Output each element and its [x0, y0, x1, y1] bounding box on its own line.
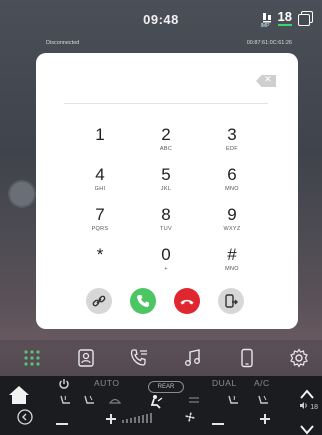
music-icon[interactable]	[183, 348, 203, 368]
key-digit: 0	[161, 245, 171, 264]
temp-up-arrow-icon[interactable]	[300, 386, 314, 399]
key-digit: 2	[161, 125, 171, 144]
volume-icon	[300, 402, 310, 411]
key-letters: TUV	[160, 226, 172, 232]
key-5[interactable]: 5 JKL	[136, 166, 196, 202]
key-digit: 1	[95, 125, 105, 144]
transfer-icon	[225, 294, 238, 308]
climate-control-bar: AUTO REAR DUAL A/C	[0, 376, 322, 435]
recirculation-icon[interactable]	[186, 394, 202, 409]
key-letters: ABC	[159, 146, 173, 152]
key-letters: JKL	[160, 186, 172, 192]
key-digit: 3	[227, 125, 237, 144]
call-timer: 00:87:61:0C:61:26	[246, 40, 292, 46]
key-letters: MNO	[225, 266, 239, 272]
key-letters: GHI	[94, 186, 106, 192]
key-digit: 8	[161, 205, 171, 224]
key-star[interactable]: *	[70, 246, 130, 282]
key-3[interactable]: 3 EDF	[202, 126, 262, 162]
contacts-icon[interactable]	[76, 348, 96, 368]
dual-button[interactable]: DUAL	[212, 378, 237, 388]
dial-panel: ✕ 1 2 ABC 3 EDF 4 GHI 5 JKL 6 MNO 7 PQRS 8 TUV …	[36, 53, 298, 329]
home-icon[interactable]	[8, 385, 30, 405]
auto-button[interactable]: AUTO	[94, 378, 119, 388]
key-hash[interactable]: # MNO	[202, 246, 262, 282]
key-letters: EDF	[226, 146, 238, 152]
link-icon	[92, 295, 106, 307]
seat-vent-left-icon[interactable]	[82, 394, 96, 409]
status-bar: 09:48 IMP 18	[0, 0, 322, 36]
key-digit: 9	[227, 205, 237, 224]
key-digit: 7	[95, 205, 105, 224]
apps-grid-icon[interactable]	[22, 348, 42, 368]
call-log-icon[interactable]	[129, 348, 149, 368]
power-icon[interactable]	[58, 378, 70, 393]
infotainment-screen: 09:48 IMP 18 Disconnected 00:87:61:0C:61…	[0, 0, 322, 435]
multi-window-icon[interactable]	[298, 11, 313, 26]
key-digit: #	[227, 245, 237, 264]
rear-button[interactable]: REAR	[148, 381, 184, 393]
transfer-button[interactable]	[218, 288, 244, 314]
key-8[interactable]: 8 TUV	[136, 206, 196, 242]
temperature-indicator[interactable]: IMP 18	[261, 9, 292, 29]
end-call-icon	[180, 299, 194, 305]
key-2[interactable]: 2 ABC	[136, 126, 196, 162]
temperature-icon: IMP	[261, 11, 275, 29]
key-digit: 5	[161, 165, 171, 184]
key-letters: +	[164, 266, 168, 272]
defrost-front-icon[interactable]	[108, 394, 122, 409]
seat-vent-right-icon[interactable]	[256, 394, 270, 409]
ac-button[interactable]: A/C	[254, 378, 270, 388]
volume-indicator[interactable]: 18	[300, 402, 318, 411]
key-7[interactable]: 7 PQRS	[70, 206, 130, 242]
key-6[interactable]: 6 MNO	[202, 166, 262, 202]
key-4[interactable]: 4 GHI	[70, 166, 130, 202]
key-letters: WXYZ	[223, 226, 241, 232]
call-button[interactable]	[130, 288, 156, 314]
link-button[interactable]	[86, 288, 112, 314]
key-digit: 6	[227, 165, 237, 184]
key-letters: PQRS	[91, 226, 109, 232]
temp-left-decrease-button[interactable]	[56, 413, 68, 429]
temp-left-increase-button[interactable]	[106, 411, 116, 427]
key-digit: *	[96, 245, 104, 264]
connection-status: Disconnected	[46, 40, 80, 46]
airflow-mode-icon[interactable]	[148, 394, 164, 413]
back-button[interactable]	[17, 409, 33, 430]
number-display[interactable]	[64, 79, 268, 104]
backspace-icon: ✕	[264, 74, 272, 84]
status-right: IMP 18	[261, 9, 313, 29]
key-0[interactable]: 0 +	[136, 246, 196, 282]
key-digit: 4	[95, 165, 105, 184]
temp-unit-label: IMP	[260, 23, 270, 29]
fan-speed-level[interactable]	[122, 413, 180, 423]
end-call-button[interactable]	[174, 288, 200, 314]
seat-heat-left-icon[interactable]	[58, 394, 72, 409]
seat-heat-right-icon[interactable]	[226, 394, 240, 409]
key-9[interactable]: 9 WXYZ	[202, 206, 262, 242]
side-handle[interactable]	[10, 182, 34, 206]
volume-value: 18	[310, 404, 318, 411]
phone-device-icon[interactable]	[237, 348, 257, 368]
temp-down-arrow-icon[interactable]	[300, 422, 314, 435]
temp-right-decrease-button[interactable]	[212, 413, 224, 429]
call-icon	[137, 295, 149, 307]
temp-right-increase-button[interactable]	[260, 411, 270, 427]
fan-icon	[184, 411, 196, 426]
key-1[interactable]: 1	[70, 126, 130, 162]
key-letters: MNO	[225, 186, 239, 192]
app-dock	[0, 340, 322, 376]
settings-icon[interactable]	[289, 348, 309, 368]
temperature-value: 18	[277, 9, 292, 26]
